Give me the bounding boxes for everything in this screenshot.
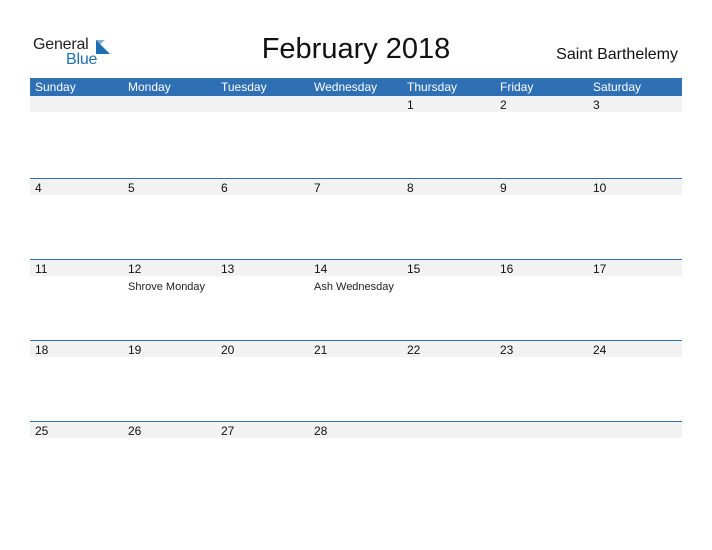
day-number: 10	[593, 181, 607, 195]
day-cell: 28	[309, 421, 402, 501]
day-cell	[309, 96, 402, 176]
day-cell: 1	[402, 96, 495, 176]
week-row: 25 26 27 28	[30, 421, 682, 502]
day-cell: 15	[402, 259, 495, 339]
day-cell	[216, 96, 309, 176]
weekday-header: Sunday Monday Tuesday Wednesday Thursday Frid…	[30, 78, 682, 96]
day-number: 12 Shrove Monday	[128, 262, 206, 293]
day-cell: 6	[216, 178, 309, 258]
day-number: 9	[500, 181, 507, 195]
day-cell	[123, 96, 216, 176]
week-row: 4 5 6 7 8 9 10	[30, 178, 682, 259]
day-number: 6	[221, 181, 228, 195]
day-cell: 8	[402, 178, 495, 258]
weekday-saturday: Saturday	[593, 80, 642, 94]
day-number: 11	[35, 262, 48, 276]
day-cell: 5	[123, 178, 216, 258]
calendar-weeks: 1 2 3 4 5 6 7 8 9 10 11 12 Shrove Monday 13 14 Ash Wedn…	[30, 96, 682, 502]
day-number: 4	[35, 181, 42, 195]
day-cell: 9	[495, 178, 588, 258]
day-number: 28	[314, 424, 328, 438]
holiday-label: Ash Wednesday	[314, 281, 394, 293]
weekday-wednesday: Wednesday	[314, 80, 378, 94]
day-cell: 20	[216, 340, 309, 420]
weekday-sunday: Sunday	[35, 80, 76, 94]
region-name: Saint Barthelemy	[556, 46, 678, 63]
day-cell: 22	[402, 340, 495, 420]
holiday-label: Shrove Monday	[128, 281, 206, 293]
day-cell	[495, 421, 588, 501]
day-cell: 17	[588, 259, 682, 339]
day-cell: 3	[588, 96, 682, 176]
day-cell: 21	[309, 340, 402, 420]
day-number: 23	[500, 343, 514, 357]
day-number: 8	[407, 181, 414, 195]
day-number: 19	[128, 343, 142, 357]
day-number: 25	[35, 424, 49, 438]
weekday-tuesday: Tuesday	[221, 80, 267, 94]
day-cell: 10	[588, 178, 682, 258]
day-cell: 16	[495, 259, 588, 339]
day-cell: 4	[30, 178, 123, 258]
week-row: 11 12 Shrove Monday 13 14 Ash Wednesday 15 16 17	[30, 259, 682, 340]
weekday-monday: Monday	[128, 80, 171, 94]
day-cell: 11	[30, 259, 123, 339]
day-number: 26	[128, 424, 142, 438]
day-cell: 7	[309, 178, 402, 258]
day-number: 24	[593, 343, 607, 357]
day-number: 16	[500, 262, 514, 276]
day-cell	[30, 96, 123, 176]
day-cell: 14 Ash Wednesday	[309, 259, 402, 339]
day-number: 17	[593, 262, 607, 276]
day-cell: 12 Shrove Monday	[123, 259, 216, 339]
day-cell: 19	[123, 340, 216, 420]
calendar-grid: Sunday Monday Tuesday Wednesday Thursday Frid…	[30, 78, 682, 502]
day-cell: 25	[30, 421, 123, 501]
day-number: 1	[407, 98, 414, 112]
day-number: 22	[407, 343, 421, 357]
weekday-thursday: Thursday	[407, 80, 458, 94]
day-number: 13	[221, 262, 235, 276]
day-number: 7	[314, 181, 321, 195]
day-number: 2	[500, 98, 507, 112]
day-cell	[588, 421, 682, 501]
day-number: 21	[314, 343, 328, 357]
day-cell: 27	[216, 421, 309, 501]
day-cell: 13	[216, 259, 309, 339]
day-number: 27	[221, 424, 235, 438]
day-number: 3	[593, 98, 600, 112]
day-cell	[402, 421, 495, 501]
week-row: 1 2 3	[30, 96, 682, 178]
day-number: 15	[407, 262, 421, 276]
day-cell: 18	[30, 340, 123, 420]
day-number: 20	[221, 343, 235, 357]
day-cell: 2	[495, 96, 588, 176]
week-row: 18 19 20 21 22 23 24	[30, 340, 682, 421]
day-cell: 26	[123, 421, 216, 501]
day-number: 5	[128, 181, 135, 195]
weekday-friday: Friday	[500, 80, 534, 94]
day-number: 14 Ash Wednesday	[314, 262, 394, 293]
day-number: 18	[35, 343, 49, 357]
day-cell: 23	[495, 340, 588, 420]
day-cell: 24	[588, 340, 682, 420]
